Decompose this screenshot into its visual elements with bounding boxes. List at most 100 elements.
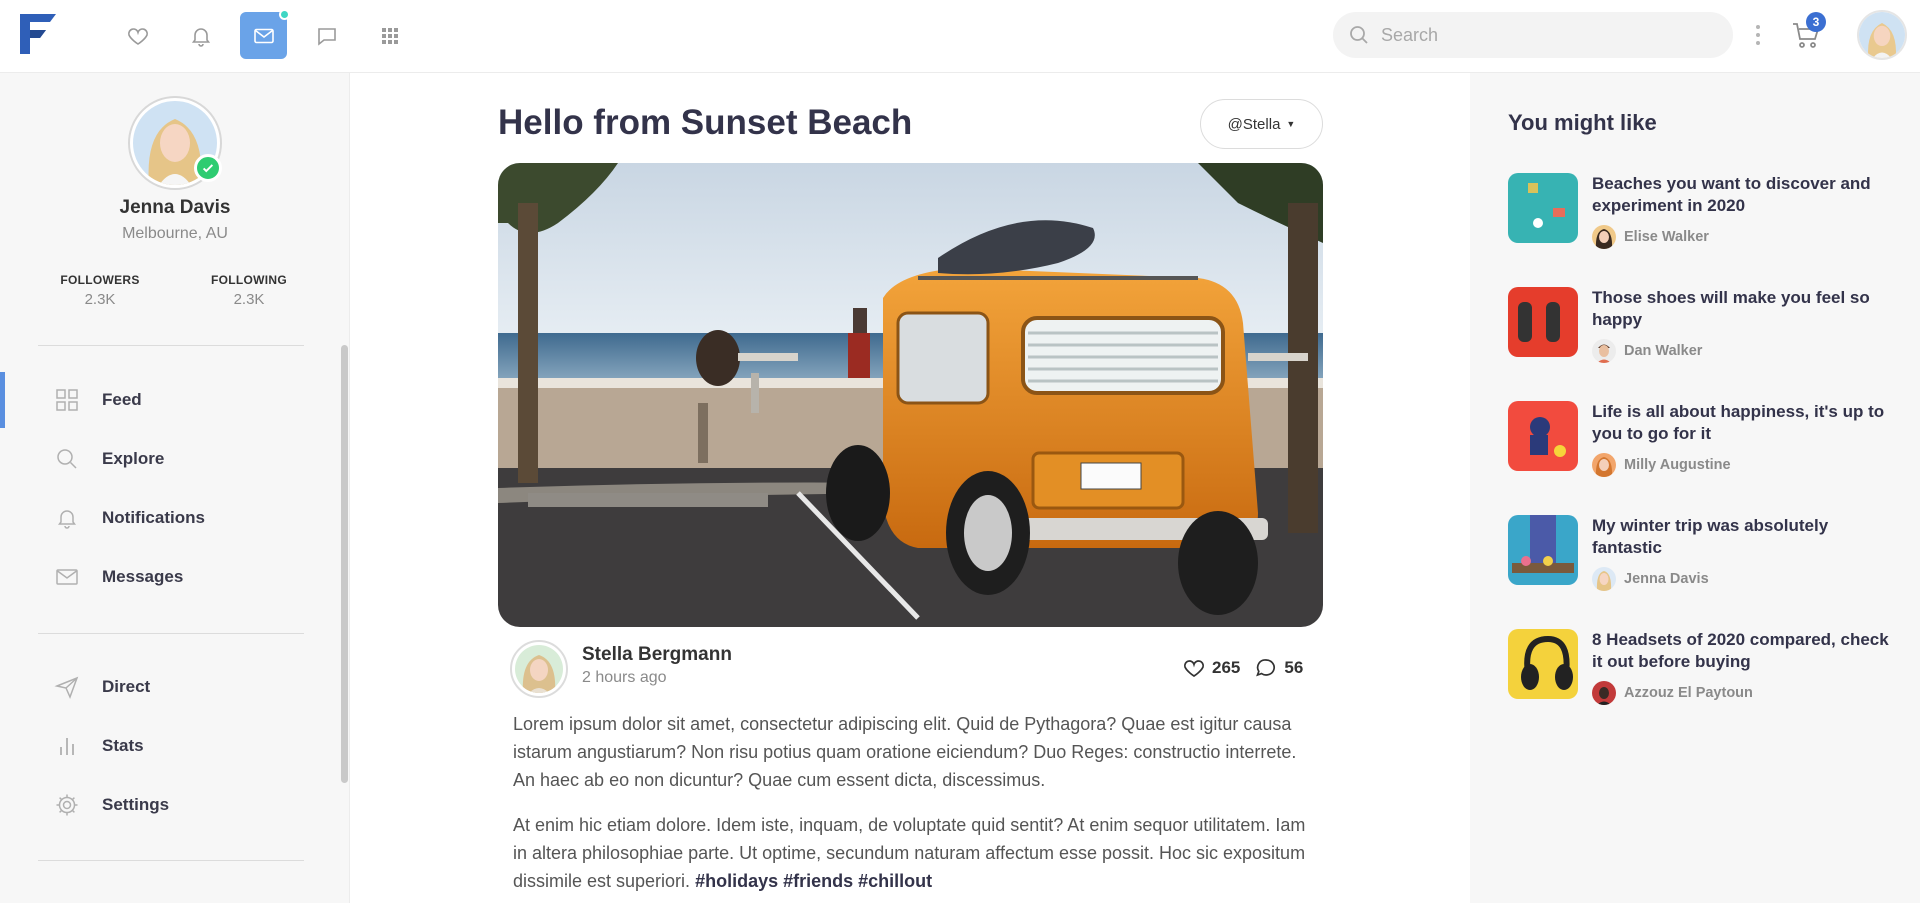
comments-count: 56: [1284, 658, 1304, 677]
suggestion-thumbnail: [1508, 287, 1578, 357]
apps-nav-button[interactable]: [366, 12, 413, 59]
suggestion-author: Elise Walker: [1592, 225, 1709, 249]
caret-down-icon: ▼: [1286, 119, 1296, 129]
sidebar-scrollbar[interactable]: [341, 345, 348, 783]
sidebar-item-notifications[interactable]: Notifications: [0, 490, 340, 546]
app-logo[interactable]: [20, 14, 56, 54]
post-author-name[interactable]: Stella Bergmann: [582, 644, 732, 666]
suggestion-author-name: Elise Walker: [1624, 229, 1709, 245]
more-options-button[interactable]: [1748, 22, 1768, 48]
user-avatar[interactable]: [1857, 10, 1907, 60]
suggestion-item[interactable]: 8 Headsets of 2020 compared, check it ou…: [1508, 629, 1908, 721]
grid-icon: [56, 389, 78, 411]
author-avatar: [1592, 567, 1616, 591]
author-avatar[interactable]: [510, 640, 568, 698]
sidebar-item-settings[interactable]: Settings: [0, 777, 340, 833]
suggestion-item[interactable]: Those shoes will make you feel so happy …: [1508, 287, 1908, 379]
post-reactions: 265 56: [1182, 656, 1303, 680]
sidebar-item-explore[interactable]: Explore: [0, 431, 340, 487]
suggestion-author: Milly Augustine: [1592, 453, 1731, 477]
chat-bubble-icon: [317, 27, 336, 46]
messages-nav-button[interactable]: [240, 9, 290, 59]
suggestion-title: My winter trip was absolutely fantastic: [1592, 516, 1829, 557]
profile-name: Jenna Davis: [119, 197, 231, 218]
author-avatar: [1592, 453, 1616, 477]
stat-label: FOLLOWERS: [60, 273, 140, 287]
notifications-nav-button[interactable]: [177, 12, 224, 59]
sidebar-item-label: Messages: [102, 567, 184, 586]
heart-icon: [127, 27, 148, 45]
sidebar-item-label: Stats: [102, 736, 144, 755]
suggestion-author-name: Jenna Davis: [1624, 571, 1709, 587]
suggestion-author: Dan Walker: [1592, 339, 1702, 363]
dot-icon: [1756, 41, 1760, 45]
heart-icon[interactable]: [1182, 656, 1206, 680]
sidebar-item-label: Direct: [102, 677, 151, 696]
suggestion-author-name: Milly Augustine: [1624, 457, 1731, 473]
sidebar-item-messages[interactable]: Messages: [0, 549, 340, 605]
author-avatar: [1592, 225, 1616, 249]
suggestion-title: Life is all about happiness, it's up to …: [1592, 402, 1885, 443]
post-image[interactable]: [498, 163, 1323, 627]
suggestion-title: Those shoes will make you feel so happy: [1592, 288, 1870, 329]
suggestion-author-name: Dan Walker: [1624, 343, 1703, 359]
post-title: Hello from Sunset Beach: [498, 103, 913, 142]
sidebar-item-label: Settings: [102, 795, 170, 814]
sidebar-item-label: Feed: [102, 390, 142, 409]
author-avatar: [1592, 681, 1616, 705]
suggestion-title: 8 Headsets of 2020 compared, check it ou…: [1592, 630, 1889, 671]
post-paragraph: Lorem ipsum dolor sit amet, consectetur …: [513, 714, 1297, 790]
profile-location: Melbourne, AU: [122, 225, 228, 242]
search-icon: [57, 449, 77, 469]
likes-nav-button[interactable]: [114, 12, 161, 59]
top-navbar: 3: [0, 0, 1920, 73]
sidebar-item-feed[interactable]: Feed: [0, 372, 340, 428]
post-hashtags[interactable]: #holidays #friends #chillout: [695, 871, 932, 891]
avatar-image: [1859, 12, 1905, 58]
top-nav-icons: [114, 9, 413, 59]
cart-count-badge: 3: [1806, 12, 1826, 32]
followers-stat[interactable]: FOLLOWERS 2.3K: [35, 273, 165, 308]
unread-dot: [279, 9, 290, 20]
bell-icon: [58, 510, 76, 529]
divider: [38, 633, 304, 634]
search-bar[interactable]: [1333, 12, 1733, 58]
suggestion-thumbnail: [1508, 629, 1578, 699]
sidebar-item-label: Notifications: [102, 508, 205, 527]
verified-badge-icon: [194, 154, 222, 182]
suggestion-author: Azzouz El Paytoun: [1592, 681, 1753, 705]
divider: [38, 860, 304, 861]
sidebar-item-label: Explore: [102, 449, 165, 468]
author-dropdown-label: @Stella: [1227, 115, 1281, 133]
sidebar-item-direct[interactable]: Direct: [0, 659, 340, 715]
sidebar-item-stats[interactable]: Stats: [0, 718, 340, 774]
envelope-icon: [253, 28, 274, 43]
apps-grid-icon: [381, 27, 398, 44]
divider: [38, 345, 304, 346]
suggestion-item[interactable]: Life is all about happiness, it's up to …: [1508, 401, 1908, 493]
beach-van-photo: [498, 163, 1323, 627]
suggestion-author: Jenna Davis: [1592, 567, 1709, 591]
author-dropdown[interactable]: @Stella ▼: [1200, 99, 1323, 149]
bell-icon: [191, 27, 210, 47]
stat-label: FOLLOWING: [210, 273, 288, 287]
envelope-icon: [56, 569, 78, 585]
post-timestamp: 2 hours ago: [582, 669, 667, 686]
comment-icon[interactable]: [1254, 656, 1278, 680]
suggestions-title: You might like: [1508, 110, 1657, 135]
dot-icon: [1756, 33, 1760, 37]
following-stat[interactable]: FOLLOWING 2.3K: [184, 273, 314, 308]
suggestion-thumbnail: [1508, 515, 1578, 585]
search-input[interactable]: [1381, 24, 1711, 46]
gear-icon: [56, 794, 78, 816]
chat-nav-button[interactable]: [303, 12, 350, 59]
bar-chart-icon: [60, 738, 74, 755]
stat-value: 2.3K: [233, 291, 265, 308]
suggestion-item[interactable]: Beaches you want to discover and experim…: [1508, 173, 1908, 265]
suggestion-title: Beaches you want to discover and experim…: [1592, 174, 1871, 215]
likes-count: 265: [1212, 658, 1241, 677]
suggestion-item[interactable]: My winter trip was absolutely fantastic …: [1508, 515, 1908, 607]
search-icon: [1350, 26, 1368, 44]
dot-icon: [1756, 25, 1760, 29]
avatar-image: [515, 645, 563, 693]
